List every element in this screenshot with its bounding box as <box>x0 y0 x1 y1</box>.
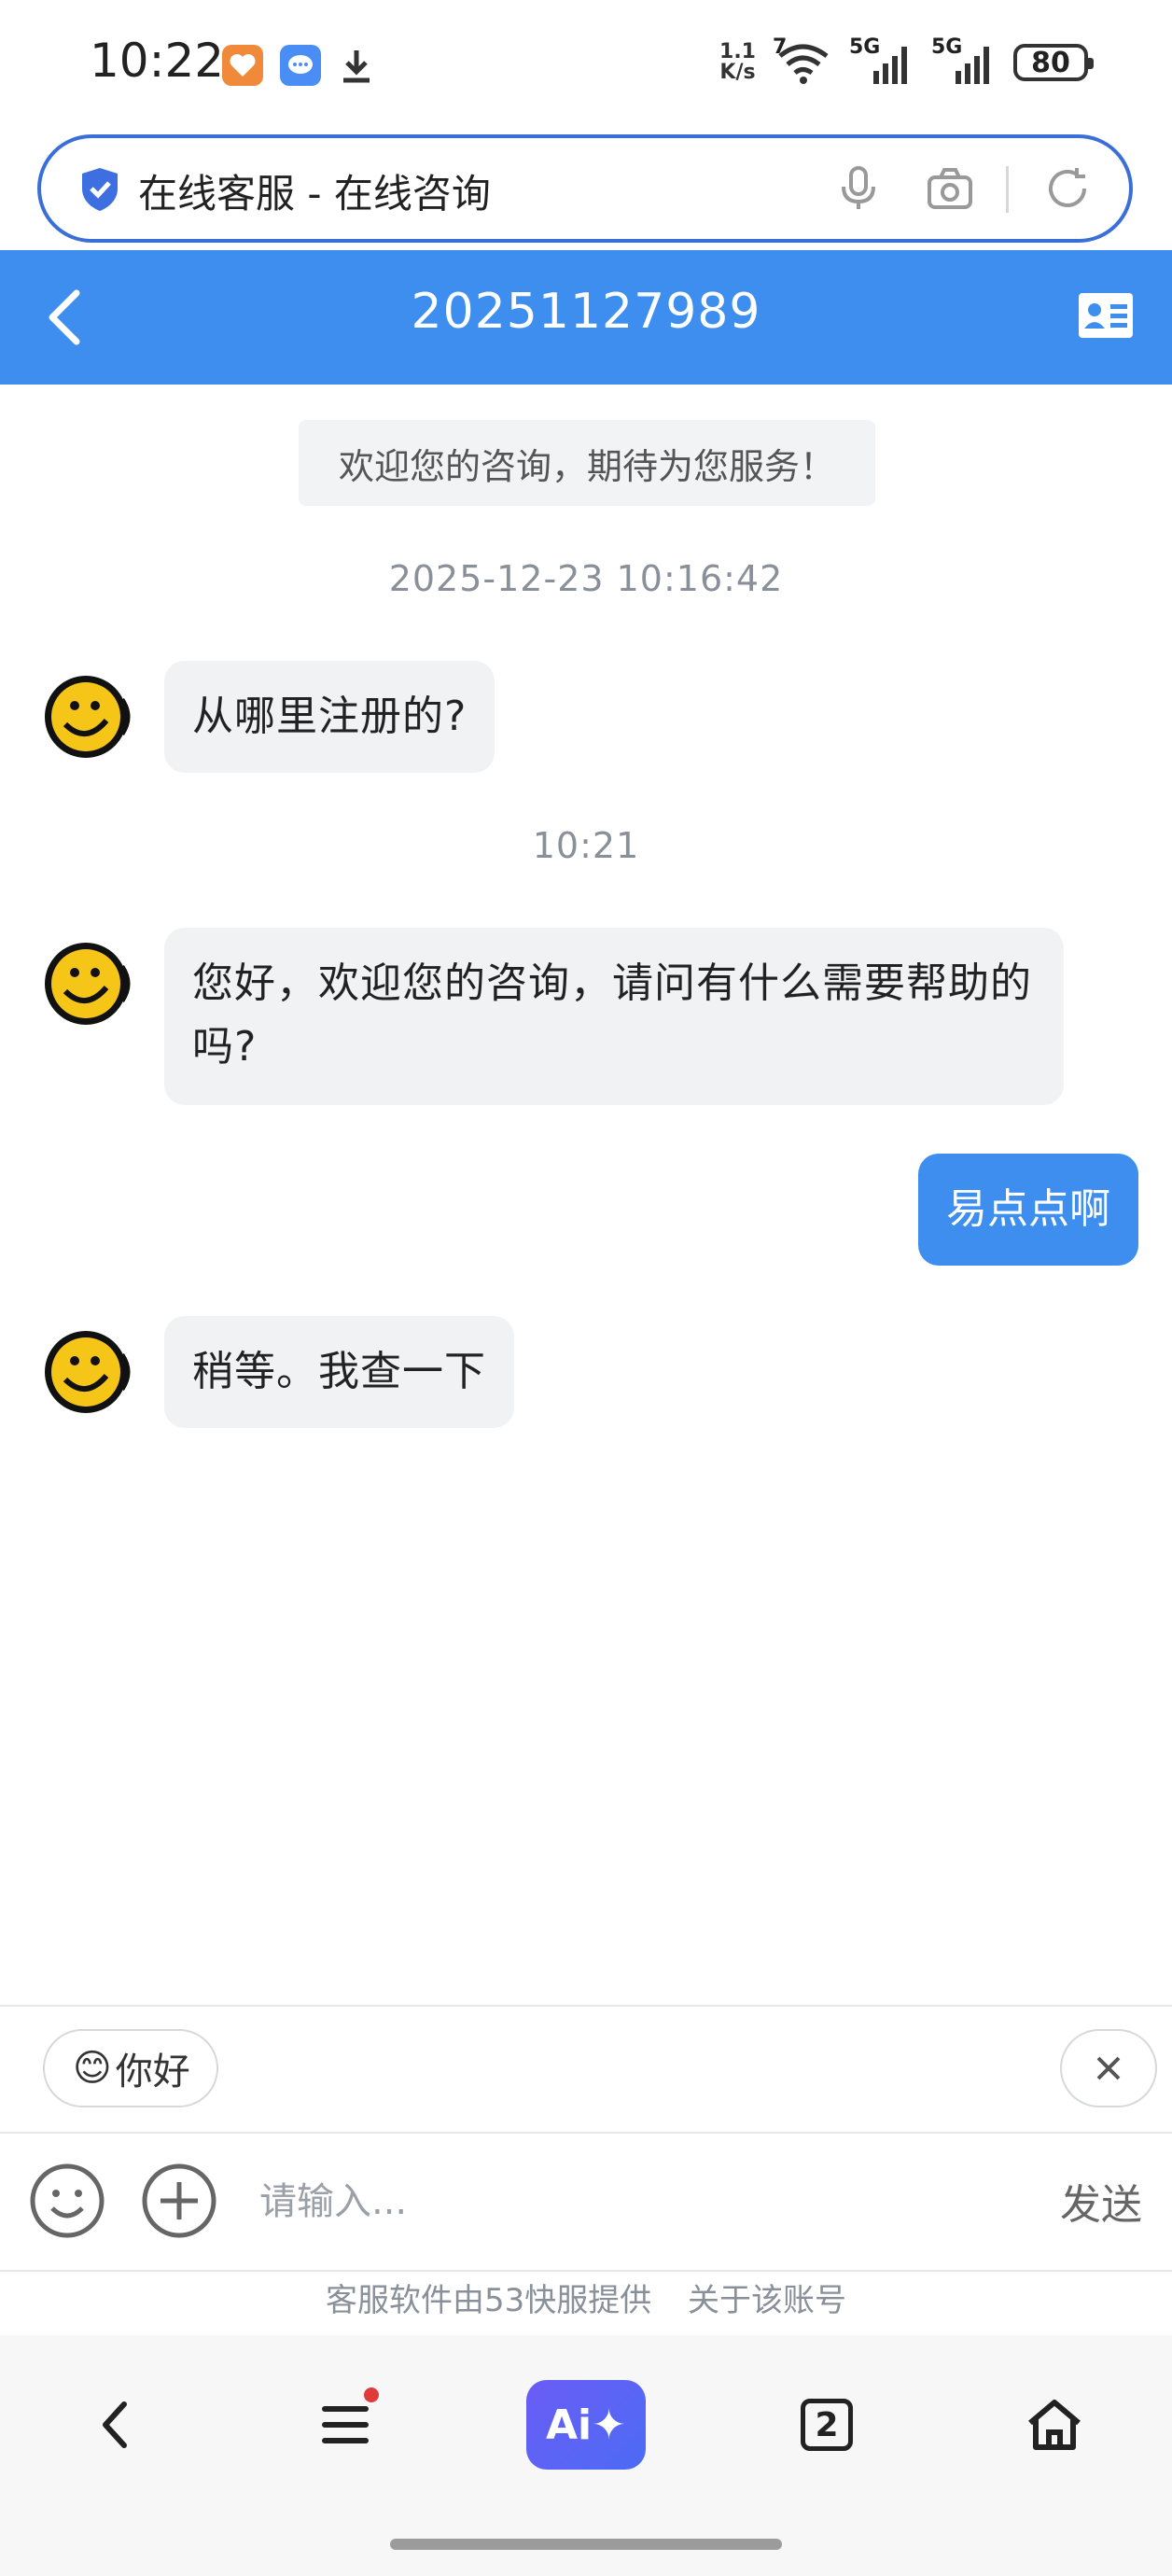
back-icon <box>103 2401 127 2448</box>
microphone-icon[interactable] <box>834 164 883 213</box>
agent-message: 稍等。我查一下 <box>164 1316 514 1428</box>
home-icon <box>1028 2400 1081 2450</box>
message-timestamp: 2025-12-23 10:16:42 <box>388 558 784 599</box>
close-quick-replies-button[interactable] <box>1060 2029 1157 2107</box>
separator <box>1006 166 1009 213</box>
message-input-bar: 发送 <box>0 2132 1172 2272</box>
agent-avatar <box>45 1331 131 1413</box>
agent-avatar <box>45 943 131 1025</box>
message-app-icon <box>280 45 321 86</box>
signal-5g-2-icon: 5G <box>931 35 997 86</box>
agent-avatar <box>45 676 131 758</box>
add-attachment-icon[interactable] <box>140 2162 218 2240</box>
close-icon <box>1096 2056 1121 2080</box>
net-speed: 1.1 K/s <box>719 40 756 84</box>
wifi-icon: 7 <box>773 35 832 86</box>
user-message: 易点点啊 <box>918 1154 1138 1266</box>
chat-messages[interactable]: 欢迎您的咨询，期待为您服务！ 2025-12-23 10:16:42 从哪里注册… <box>0 385 1172 2005</box>
browser-address-bar[interactable]: 在线客服 - 在线咨询 <box>37 134 1133 243</box>
nav-home-button[interactable] <box>1008 2378 1101 2471</box>
status-bar: 10:22 1.1 K/s 7 5G 5G 80 <box>0 0 1172 131</box>
camera-icon[interactable] <box>926 164 974 213</box>
download-icon <box>336 45 377 86</box>
page-title: 在线客服 - 在线咨询 <box>138 171 491 217</box>
agent-message: 您好，欢迎您的咨询，请问有什么需要帮助的吗? <box>164 928 1064 1105</box>
status-time: 10:22 <box>90 34 225 88</box>
about-account-link[interactable]: 关于该账号 <box>688 2282 846 2319</box>
nav-tabs-button[interactable]: 2 <box>780 2378 873 2471</box>
menu-icon <box>322 2406 369 2443</box>
send-button[interactable]: 发送 <box>1060 2171 1142 2231</box>
signal-5g-1-icon: 5G <box>849 35 914 86</box>
quick-reply-bar: 😊 你好 <box>0 2005 1172 2134</box>
browser-bottom-nav: Ai✦ 2 <box>0 2335 1172 2576</box>
health-app-icon <box>222 45 263 86</box>
battery-icon: 80 <box>1013 44 1094 81</box>
smile-emoji-icon: 😊 <box>73 2047 112 2090</box>
powered-by-text[interactable]: 客服软件由53快服提供 <box>326 2282 651 2319</box>
chat-header: 20251127989 <box>0 250 1172 385</box>
message-timestamp: 10:21 <box>532 825 640 866</box>
message-input[interactable] <box>258 2160 1008 2244</box>
welcome-notice: 欢迎您的咨询，期待为您服务！ <box>299 420 875 506</box>
quick-reply-label: 你好 <box>115 2051 190 2093</box>
nav-back-button[interactable] <box>69 2378 162 2471</box>
tabs-count: 2 <box>801 2399 853 2451</box>
powered-by-footer: 客服软件由53快服提供 关于该账号 <box>0 2270 1172 2335</box>
nav-menu-button[interactable] <box>299 2378 392 2471</box>
home-indicator[interactable] <box>390 2539 782 2550</box>
ai-assistant-button[interactable]: Ai✦ <box>526 2380 646 2470</box>
refresh-icon[interactable] <box>1043 164 1092 213</box>
notification-dot <box>364 2387 379 2402</box>
contact-card-icon[interactable] <box>1077 291 1135 340</box>
status-indicators: 1.1 K/s 7 5G 5G 80 <box>719 35 1094 86</box>
chat-title: 20251127989 <box>411 284 761 340</box>
emoji-icon[interactable] <box>28 2162 106 2240</box>
shield-icon <box>82 168 118 211</box>
agent-message: 从哪里注册的? <box>164 661 495 773</box>
quick-reply-chip[interactable]: 😊 你好 <box>43 2029 218 2107</box>
